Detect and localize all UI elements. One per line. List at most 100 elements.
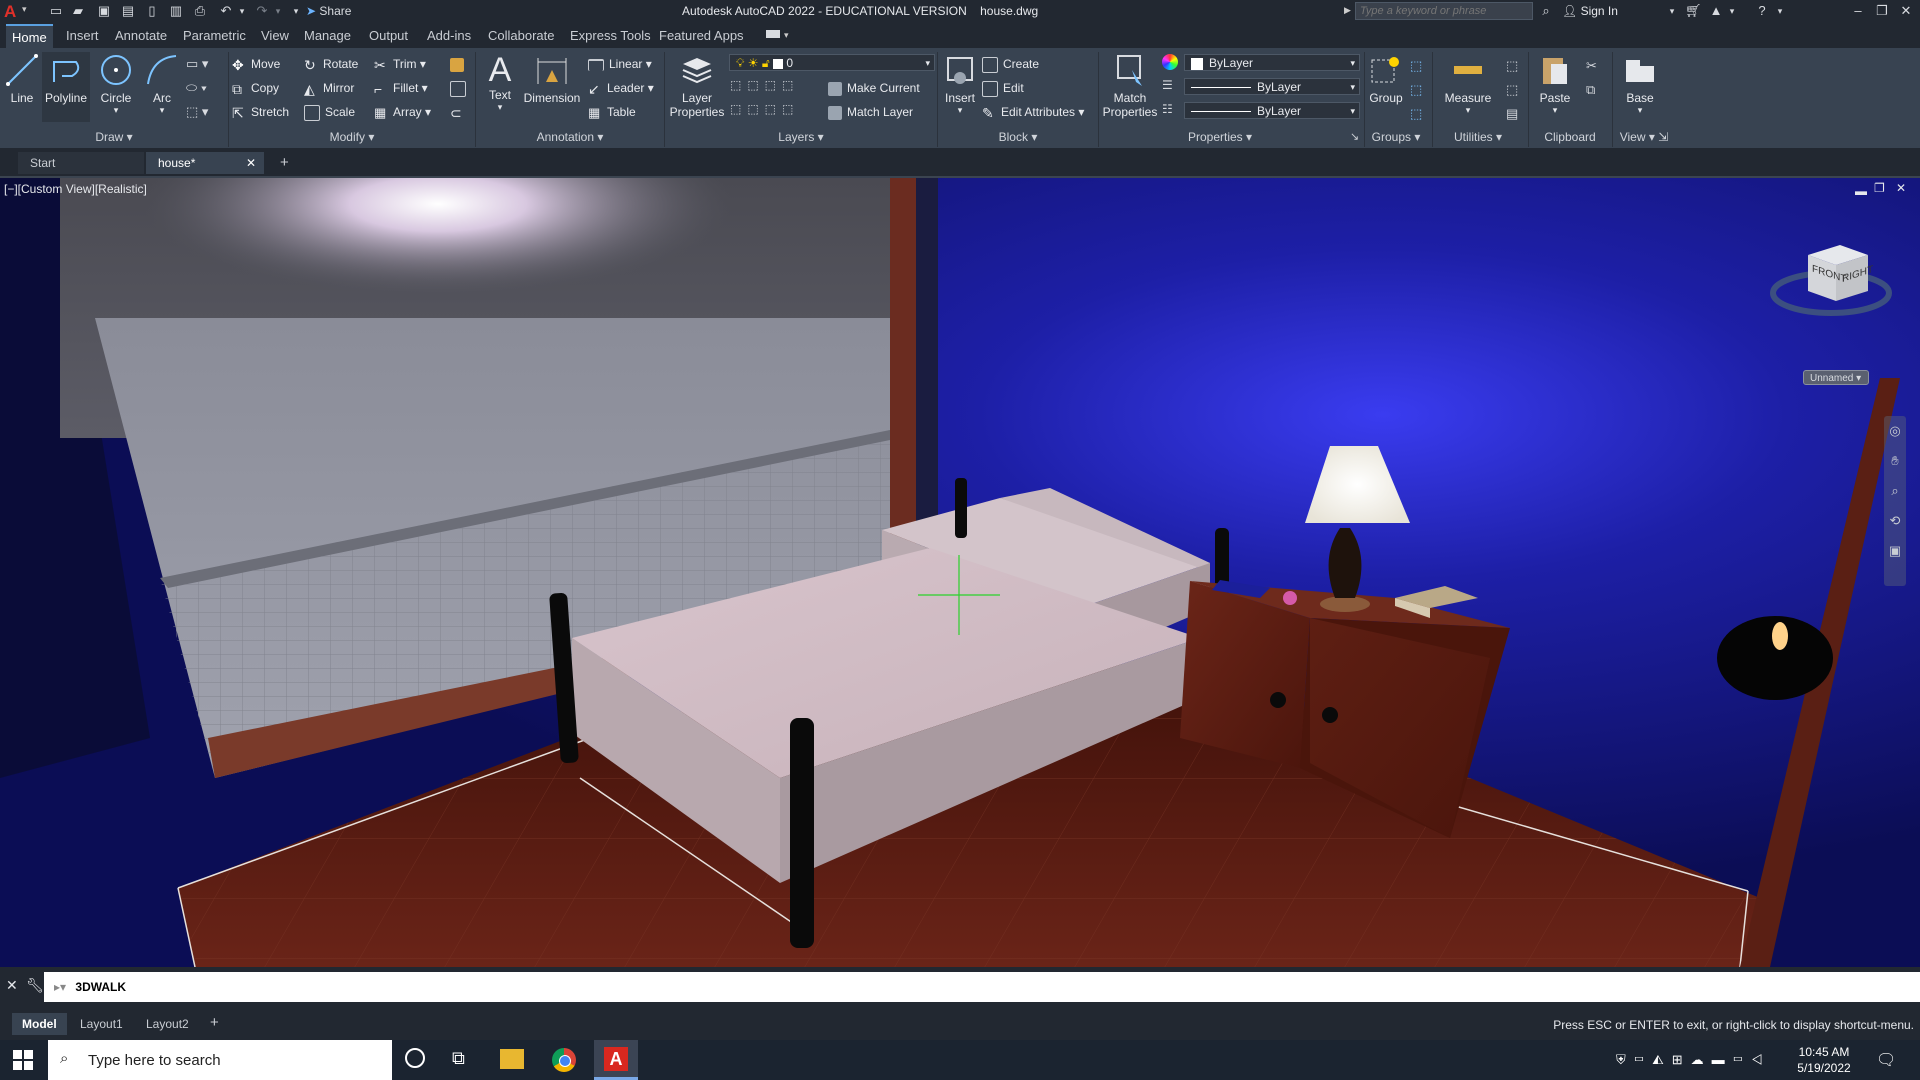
line-button[interactable]: Line <box>2 52 42 105</box>
utilities-panel-title[interactable]: Utilities ▾ <box>1433 127 1523 147</box>
undo-dropdown-icon[interactable]: ▾ <box>234 3 250 19</box>
stretch-button[interactable]: ⇱ Stretch <box>232 102 289 122</box>
tab-view[interactable]: View <box>261 28 289 43</box>
autodesk-a360-icon[interactable]: ▲ <box>1708 3 1724 19</box>
save-as-icon[interactable]: ▤ <box>120 3 136 19</box>
arc-dropdown-icon[interactable]: ▾ <box>142 105 182 116</box>
tab-layout2[interactable]: Layout2 <box>146 1017 189 1031</box>
a360-dropdown-icon[interactable]: ▾ <box>1724 3 1740 19</box>
match-layer-button[interactable]: Match Layer <box>828 102 913 122</box>
recent-commands-icon[interactable]: ▸▾ <box>54 980 66 994</box>
text-button[interactable]: A Text ▾ <box>480 52 520 113</box>
restore-window-icon[interactable]: ❐ <box>1874 3 1890 19</box>
tab-collaborate[interactable]: Collaborate <box>488 28 555 43</box>
minimize-window-icon[interactable]: ‒ <box>1850 3 1866 19</box>
paste-dropdown-icon[interactable]: ▾ <box>1534 105 1576 116</box>
save-icon[interactable]: ▣ <box>96 3 112 19</box>
properties-panel-title[interactable]: Properties ▾ <box>1100 127 1340 147</box>
tab-home[interactable]: Home <box>6 24 53 48</box>
command-input[interactable]: ▸▾ 3DWALK <box>44 972 1920 1002</box>
new-tab-plus-icon[interactable]: + <box>280 154 289 171</box>
tab-start[interactable]: Start <box>18 152 144 174</box>
navigation-bar[interactable]: ◎ ✋︎ ⌕ ⟲ ▣ <box>1884 416 1906 586</box>
match-properties-button[interactable]: Match Properties <box>1102 52 1158 119</box>
insert-button[interactable]: Insert ▾ <box>940 52 980 116</box>
taskbar-search-box[interactable]: ⌕ Type here to search <box>48 1040 392 1080</box>
viewport-restore-icon[interactable]: ❐ <box>1874 181 1885 195</box>
arc-button[interactable]: Arc ▾ <box>142 52 182 116</box>
layer-properties-button[interactable]: Layer Properties <box>666 52 728 119</box>
layer-tools-row2-icons[interactable]: ⬚⬚⬚⬚ <box>730 102 799 116</box>
fillet-button[interactable]: ⌐ Fillet ▾ <box>374 78 428 98</box>
move-button[interactable]: ✥ Move <box>232 54 280 74</box>
block-panel-title[interactable]: Block ▾ <box>938 127 1098 147</box>
rectangle-icon[interactable]: ▭ ▾ <box>186 56 208 72</box>
autocad-taskbar-button[interactable]: A <box>594 1040 638 1080</box>
share-button[interactable]: ➤ Share <box>306 4 351 18</box>
search-icon[interactable]: ⌕ <box>1538 3 1554 19</box>
clipboard-tools-icons[interactable]: ✂ ⧉ <box>1586 54 1597 102</box>
tab-annotate[interactable]: Annotate <box>115 28 167 43</box>
measure-dropdown-icon[interactable]: ▾ <box>1440 105 1496 116</box>
table-button[interactable]: ▦ Table <box>588 102 636 122</box>
open-folder-icon[interactable]: ▰ <box>70 3 86 19</box>
new-file-icon[interactable]: ▭ <box>48 3 64 19</box>
open-web-icon[interactable]: ▯ <box>144 3 160 19</box>
tab-add-ins[interactable]: Add-ins <box>427 28 471 43</box>
clipboard-panel-title[interactable]: Clipboard <box>1529 127 1611 147</box>
cart-icon[interactable]: 🛒︎ <box>1685 3 1702 19</box>
gradient-icon[interactable]: ⬚ ▾ <box>186 104 208 120</box>
draw-panel-title[interactable]: Draw ▾ <box>0 127 228 147</box>
clock[interactable]: 10:45 AM 5/19/2022 <box>1794 1044 1854 1076</box>
customize-command-line-icon[interactable]: 🔧︎ <box>26 977 44 994</box>
array-button[interactable]: ▦ Array ▾ <box>374 102 431 122</box>
viewport-controls-label[interactable]: [−][Custom View][Realistic] <box>4 182 147 196</box>
tab-insert[interactable]: Insert <box>66 28 99 43</box>
groups-panel-title[interactable]: Groups ▾ <box>1365 127 1427 147</box>
chrome-icon[interactable] <box>552 1048 576 1072</box>
properties-launcher-icon[interactable]: ↘ <box>1350 130 1359 143</box>
color-dropdown[interactable]: ByLayer ▾ <box>1184 54 1360 71</box>
tab-manage[interactable]: Manage <box>304 28 351 43</box>
circle-dropdown-icon[interactable]: ▾ <box>96 105 136 116</box>
rotate-button[interactable]: ↻ Rotate <box>304 54 358 74</box>
measure-button[interactable]: Measure ▾ <box>1440 52 1496 116</box>
tab-parametric[interactable]: Parametric <box>183 28 246 43</box>
edit-block-button[interactable]: Edit <box>982 78 1024 98</box>
text-dropdown-icon[interactable]: ▾ <box>480 102 520 113</box>
sign-in-button[interactable]: 👤︎ Sign In <box>1562 4 1618 18</box>
edit-attributes-button[interactable]: ✎ Edit Attributes ▾ <box>982 102 1084 122</box>
create-block-button[interactable]: Create <box>982 54 1039 74</box>
tab-model[interactable]: Model <box>12 1013 67 1035</box>
dimension-button[interactable]: Dimension <box>522 52 582 105</box>
save-web-icon[interactable]: ▥ <box>168 3 184 19</box>
make-current-button[interactable]: Make Current <box>828 78 920 98</box>
system-tray-icons[interactable]: ⛨▭◭⊞☁▬▭◁ <box>1616 1052 1771 1068</box>
tab-layout1[interactable]: Layout1 <box>80 1017 123 1031</box>
group-button[interactable]: Group <box>1366 52 1406 105</box>
explode-button[interactable] <box>450 78 471 98</box>
close-window-icon[interactable]: ✕ <box>1898 3 1914 19</box>
ucs-dropdown[interactable]: Unnamed ▾ <box>1803 370 1869 385</box>
windows-start-icon[interactable] <box>12 1049 34 1071</box>
tab-featured-apps[interactable]: Featured Apps <box>659 28 744 43</box>
erase-button[interactable] <box>450 54 469 74</box>
linear-button[interactable]: Linear ▾ <box>588 54 652 74</box>
lineweight-dropdown[interactable]: ByLayer ▾ <box>1184 102 1360 119</box>
viewcube[interactable]: FRONT RIGHT <box>1770 243 1892 319</box>
layer-dropdown[interactable]: 💡︎ ☀ 🔓︎ 0 ▾ <box>729 54 935 71</box>
paste-button[interactable]: Paste ▾ <box>1534 52 1576 116</box>
circle-button[interactable]: Circle ▾ <box>96 52 136 116</box>
ribbon-minimize-icon[interactable] <box>766 30 780 38</box>
drawing-viewport[interactable]: [−][Custom View][Realistic] ▬ ❐ ✕ FRONT … <box>0 178 1920 967</box>
customize-qat-icon[interactable]: ▾ <box>288 3 304 19</box>
hatch-icon[interactable]: ⬭ ▾ <box>186 80 207 96</box>
base-dropdown-icon[interactable]: ▾ <box>1620 105 1660 116</box>
close-command-line-icon[interactable]: ✕ <box>6 977 18 994</box>
tab-express-tools[interactable]: Express Tools <box>570 28 651 43</box>
notifications-icon[interactable]: 🗨︎ <box>1876 1050 1896 1070</box>
group-tools-icons[interactable]: ⬚ ⬚ ⬚ <box>1410 54 1422 126</box>
task-view-icon[interactable]: ⧉ <box>452 1048 465 1069</box>
base-view-button[interactable]: Base ▾ <box>1620 52 1660 116</box>
mirror-button[interactable]: ◭ Mirror <box>304 78 354 98</box>
